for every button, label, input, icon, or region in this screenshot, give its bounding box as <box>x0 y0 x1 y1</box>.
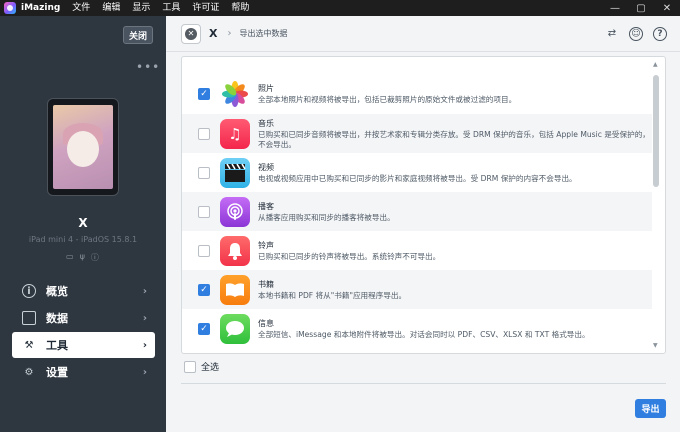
divider <box>181 383 666 384</box>
sidebar-item-overview[interactable]: i 概览 › <box>12 278 155 304</box>
checkbox[interactable]: ✓ <box>198 322 210 335</box>
item-title: 照片 <box>258 83 274 93</box>
menu-bar: 文件 编辑 显示 工具 许可证 帮助 <box>66 0 255 16</box>
book-icon <box>220 274 250 305</box>
sidebar-item-label: 概览 <box>46 285 68 298</box>
chevron-right-icon: › <box>142 339 147 351</box>
breadcrumb-page: 导出选中数据 <box>239 29 288 38</box>
select-all[interactable]: 全选 <box>184 360 219 373</box>
select-all-checkbox[interactable] <box>184 360 196 373</box>
export-button[interactable]: 导出 <box>635 399 666 418</box>
cancel-button[interactable]: ✕ <box>181 23 201 44</box>
list-item-books[interactable]: ✓ 书籍 本地书籍和 PDF 将从"书籍"应用程序导出。 <box>182 270 652 309</box>
more-options-icon[interactable]: ••• <box>136 60 160 74</box>
wallpaper-face <box>67 131 99 167</box>
gear-icon: ⚙ <box>24 366 34 378</box>
menu-help[interactable]: 帮助 <box>225 0 255 16</box>
sidebar-item-label: 工具 <box>46 339 68 352</box>
battery-icon: ▭ <box>66 252 74 261</box>
photos-icon <box>220 78 250 109</box>
chevron-right-icon: › <box>142 312 147 324</box>
checkbox[interactable] <box>198 205 210 218</box>
account-icon[interactable]: ☺ <box>629 26 643 41</box>
main-panel: ✕ X › 导出选中数据 ⇄ ☺ ? ✓ 照片 全部本地照片和视频将被导出，包括… <box>166 16 680 432</box>
item-title: 书籍 <box>258 279 274 289</box>
export-category-list: ✓ 照片 全部本地照片和视频将被导出，包括已裁剪照片的原始文件或被过滤的项目。 … <box>181 56 666 354</box>
list-item-messages[interactable]: ✓ 信息 全部短信、iMessage 和本地附件将被导出。对话会同时以 PDF、… <box>182 309 652 348</box>
list-item-podcasts[interactable]: 播客 从播客应用购买和同步的播客将被导出。 <box>182 192 652 231</box>
checkbox[interactable] <box>198 244 210 257</box>
app-name: iMazing <box>21 3 61 13</box>
maximize-button[interactable]: ▢ <box>628 0 654 16</box>
tools-icon: ⚒ <box>24 339 34 351</box>
scroll-down-icon[interactable]: ▼ <box>653 342 658 349</box>
close-button[interactable]: 关闭 <box>123 26 153 44</box>
sidebar-item-label: 数据 <box>46 312 68 325</box>
chevron-right-icon: › <box>142 285 147 297</box>
imazing-logo-icon <box>4 2 16 14</box>
item-title: 铃声 <box>258 240 274 250</box>
list-item-photos[interactable]: ✓ 照片 全部本地照片和视频将被导出，包括已裁剪照片的原始文件或被过滤的项目。 <box>182 74 652 113</box>
sidebar-item-label: 设置 <box>46 366 68 379</box>
item-title: 信息 <box>258 318 274 328</box>
device-wallpaper <box>53 105 113 189</box>
item-description: 本地书籍和 PDF 将从"书籍"应用程序导出。 <box>258 290 407 300</box>
usb-icon: ψ <box>79 252 85 261</box>
sidebar: 关闭 ••• X iPad mini 4 - iPadOS 15.8.1 ▭ ψ… <box>0 16 166 432</box>
breadcrumb-device[interactable]: X <box>209 27 217 40</box>
sidebar-item-settings[interactable]: ⚙ 设置 › <box>12 359 155 385</box>
scrollbar[interactable]: ▲ ▼ <box>652 61 660 349</box>
list-item-ringtones[interactable]: 铃声 已购买和已同步的铃声将被导出。系统铃声不可导出。 <box>182 231 652 270</box>
podcast-icon <box>220 196 250 227</box>
info-small-icon[interactable]: ⓘ <box>91 252 99 263</box>
menu-file[interactable]: 文件 <box>66 0 96 16</box>
item-description: 全部短信、iMessage 和本地附件将被导出。对话会同时以 PDF、CSV、X… <box>258 329 590 339</box>
device-image <box>47 98 119 196</box>
scroll-thumb[interactable] <box>653 75 659 187</box>
select-all-label: 全选 <box>201 363 220 373</box>
title-bar: iMazing 文件 编辑 显示 工具 许可证 帮助 — ▢ ✕ <box>0 0 680 16</box>
list-item-music[interactable]: ♫ 音乐 已购买和已同步音频将被导出，并按艺术家和专辑分类存放。受 DRM 保护… <box>182 114 652 153</box>
menu-view[interactable]: 显示 <box>126 0 156 16</box>
menu-license[interactable]: 许可证 <box>186 0 225 16</box>
bell-icon <box>220 235 250 266</box>
device-status-icons: ▭ ψ ⓘ <box>66 252 99 263</box>
info-icon: i <box>22 284 36 298</box>
menu-tools[interactable]: 工具 <box>156 0 186 16</box>
item-description: 电视或视频应用中已购买和已同步的影片和家庭视频将被导出。受 DRM 保护的内容不… <box>258 173 577 183</box>
list-item-videos[interactable]: 视频 电视或视频应用中已购买和已同步的影片和家庭视频将被导出。受 DRM 保护的… <box>182 153 652 192</box>
data-icon <box>22 311 36 325</box>
sidebar-nav: i 概览 › 数据 › ⚒ 工具 › ⚙ 设置 › <box>12 278 155 386</box>
checkbox[interactable]: ✓ <box>198 283 210 296</box>
device-model: iPad mini 4 - iPadOS 15.8.1 <box>28 235 138 244</box>
item-title: 音乐 <box>258 118 274 128</box>
sidebar-item-data[interactable]: 数据 › <box>12 305 155 331</box>
checkbox[interactable]: ✓ <box>198 87 210 100</box>
item-title: 播客 <box>258 201 274 211</box>
menu-edit[interactable]: 编辑 <box>96 0 126 16</box>
item-description: 全部本地照片和视频将被导出，包括已裁剪照片的原始文件或被过滤的项目。 <box>258 94 517 104</box>
breadcrumb-separator: › <box>227 28 232 39</box>
tv-icon <box>220 157 250 188</box>
close-icon: ✕ <box>185 27 197 40</box>
item-title: 视频 <box>258 162 274 172</box>
item-description: 从播客应用购买和同步的播客将被导出。 <box>258 212 395 222</box>
message-icon <box>220 313 250 344</box>
close-window-button[interactable]: ✕ <box>654 0 680 16</box>
checkbox[interactable] <box>198 127 210 140</box>
device-name: X <box>78 216 88 230</box>
music-icon: ♫ <box>220 118 250 149</box>
help-icon[interactable]: ? <box>653 26 667 41</box>
minimize-button[interactable]: — <box>602 0 628 16</box>
transfer-icon[interactable]: ⇄ <box>605 27 619 41</box>
chevron-right-icon: › <box>142 366 147 378</box>
scroll-up-icon[interactable]: ▲ <box>653 61 658 68</box>
toolbar: ✕ X › 导出选中数据 ⇄ ☺ ? <box>166 16 680 52</box>
checkbox[interactable] <box>198 166 210 179</box>
sidebar-item-tools[interactable]: ⚒ 工具 › <box>12 332 155 358</box>
item-description: 已购买和已同步音频将被导出，并按艺术家和专辑分类存放。受 DRM 保护的音乐，包… <box>258 129 650 149</box>
item-description: 已购买和已同步的铃声将被导出。系统铃声不可导出。 <box>258 251 441 261</box>
